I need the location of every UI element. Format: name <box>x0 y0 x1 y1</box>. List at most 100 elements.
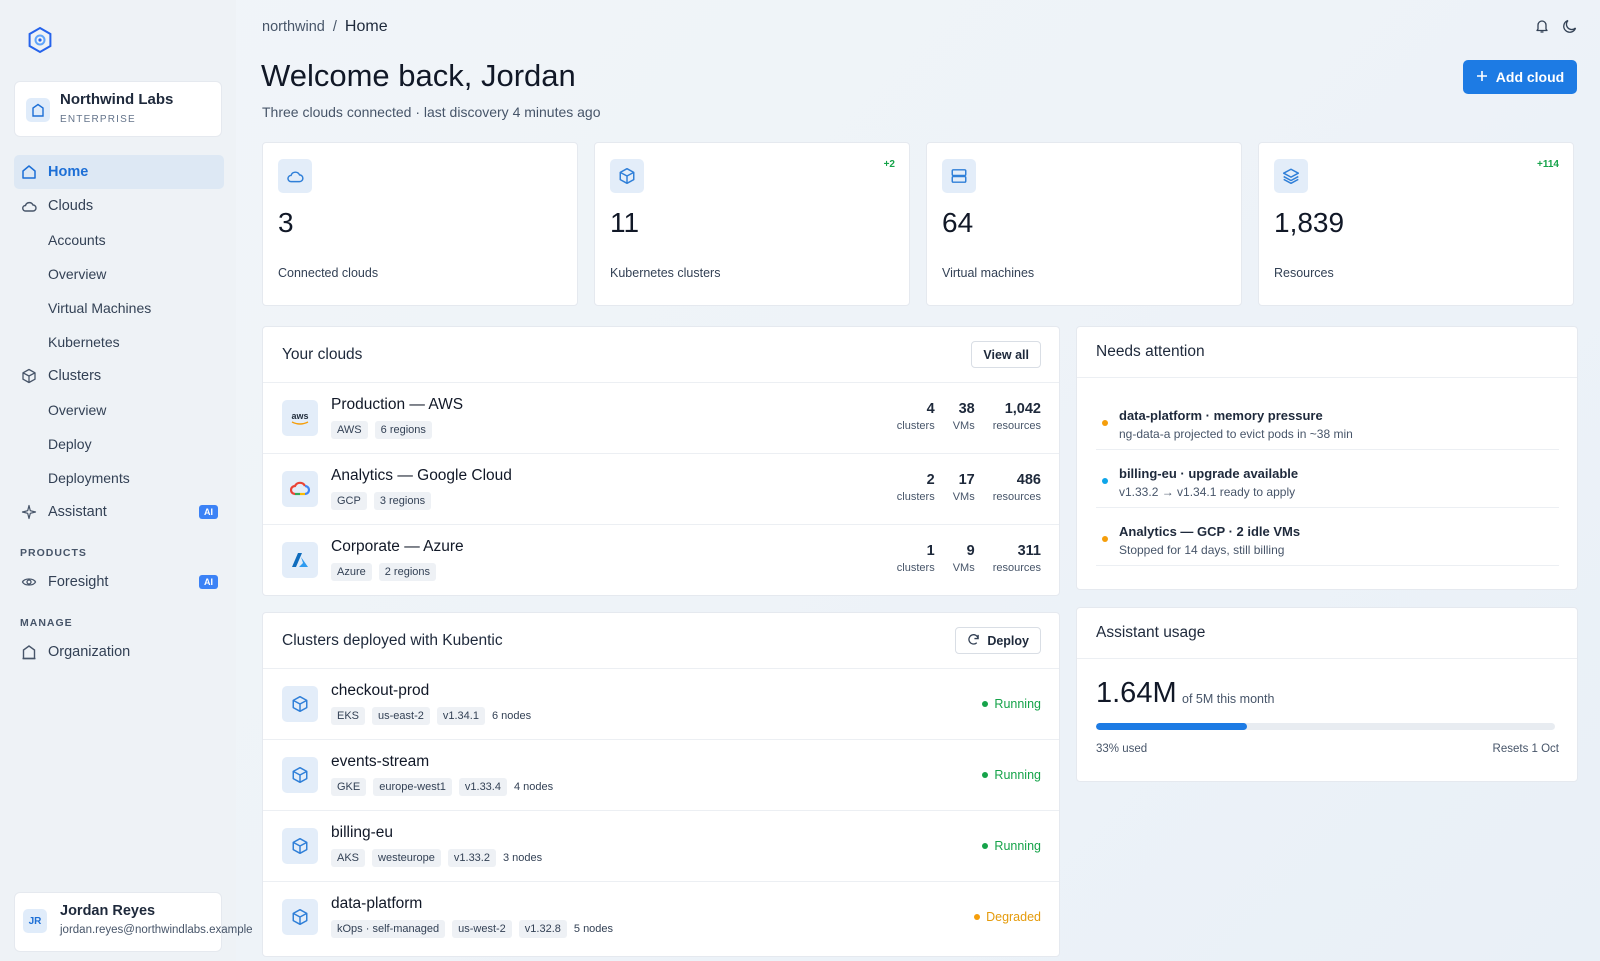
sidebar-item-clouds-overview[interactable]: Overview <box>14 257 224 291</box>
sparkle-icon <box>21 504 37 520</box>
stat-delta: +2 <box>883 159 895 170</box>
sidebar-item-clusters[interactable]: Clusters <box>14 359 224 393</box>
app-logo-icon[interactable] <box>26 26 54 54</box>
cloud-row[interactable]: Corporate — Azure Azure 2 regions 1 clust… <box>263 525 1059 595</box>
section-label-products: PRODUCTS <box>20 547 87 559</box>
vms-count: 38 <box>958 401 975 417</box>
breadcrumb: northwind / Home <box>262 18 388 36</box>
resources-label: resources <box>992 562 1041 574</box>
cluster-tags: EKS us-east-2 v1.34.1 6 nodes <box>331 707 531 725</box>
user-menu[interactable]: JR Jordan Reyes jordan.reyes@northwindla… <box>14 892 253 952</box>
status-badge: Degraded <box>974 910 1041 924</box>
cluster-row[interactable]: checkout-prod EKS us-east-2 v1.34.1 6 no… <box>263 669 1059 740</box>
stat-card-resources[interactable]: +114 1,839 Resources <box>1258 142 1574 306</box>
cluster-tags: GKE europe-west1 v1.33.4 4 nodes <box>331 778 553 796</box>
usage-value: 1.64M <box>1096 677 1177 709</box>
cluster-name: data-platform <box>331 895 423 912</box>
sidebar-item-label: Clouds <box>48 198 94 214</box>
attention-panel: Needs attention data-platform · memory p… <box>1076 326 1578 590</box>
attention-desc: ng-data-a projected to evict pods in ~38… <box>1119 427 1353 441</box>
building-icon <box>21 644 37 660</box>
sidebar-item-virtual-machines[interactable]: Virtual Machines <box>14 291 224 325</box>
breadcrumb-root[interactable]: northwind <box>262 19 325 35</box>
user-email: jordan.reyes@northwindlabs.example <box>60 924 253 936</box>
add-cloud-button[interactable]: Add cloud <box>1463 60 1577 94</box>
attention-item[interactable]: data-platform · memory pressure ng-data-… <box>1096 392 1559 450</box>
clusters-panel: Clusters deployed with Kubentic Deploy c… <box>262 612 1060 957</box>
cube-icon <box>282 757 318 793</box>
status-label: Degraded <box>986 910 1041 924</box>
sidebar-item-deploy[interactable]: Deploy <box>14 427 224 461</box>
page-title: Welcome back, Jordan <box>261 58 576 93</box>
regions-tag: 2 regions <box>378 563 437 581</box>
cluster-row[interactable]: billing-eu AKS westeurope v1.33.2 3 node… <box>263 811 1059 882</box>
cloud-name: Corporate — Azure <box>331 538 464 555</box>
sidebar-item-clouds[interactable]: Clouds <box>14 189 224 223</box>
resources-label: resources <box>992 420 1041 432</box>
cluster-name: events-stream <box>331 753 430 770</box>
panel-header: Your clouds View all <box>263 327 1059 383</box>
cloud-icon <box>21 198 37 214</box>
moon-icon[interactable] <box>1562 18 1578 34</box>
clusters-label: clusters <box>896 491 935 503</box>
status-dot <box>982 843 989 849</box>
deploy-button[interactable]: Deploy <box>955 627 1041 654</box>
sidebar-item-clusters-overview[interactable]: Overview <box>14 393 224 427</box>
stat-label: Kubernetes clusters <box>610 266 721 280</box>
attention-item[interactable]: billing-eu · upgrade available v1.33.2 →… <box>1096 450 1559 508</box>
attention-item[interactable]: Analytics — GCP · 2 idle VMs Stopped for… <box>1096 508 1559 566</box>
status-badge: Running <box>982 697 1041 711</box>
sidebar-item-assistant[interactable]: Assistant AI <box>14 495 224 529</box>
stat-card-vms[interactable]: 64 Virtual machines <box>926 142 1242 306</box>
cloud-name: Analytics — Google Cloud <box>331 467 512 484</box>
status-badge: Running <box>982 768 1041 782</box>
cloud-tags: GCP 3 regions <box>331 492 432 510</box>
cloud-tags: Azure 2 regions <box>331 563 437 581</box>
cluster-row[interactable]: events-stream GKE europe-west1 v1.33.4 4… <box>263 740 1059 811</box>
distribution-tag: kOps · self-managed <box>331 920 446 938</box>
cluster-tags: AKS westeurope v1.33.2 3 nodes <box>331 849 542 867</box>
gcp-logo-icon <box>282 471 318 507</box>
deploy-label: Deploy <box>987 633 1029 648</box>
distribution-tag: GKE <box>331 778 367 796</box>
status-dot <box>982 701 989 707</box>
usage-progress-fill <box>1096 723 1248 730</box>
stat-value: 11 <box>610 207 640 238</box>
nodes-count: 3 nodes <box>502 852 543 864</box>
cloud-row[interactable]: Analytics — Google Cloud GCP 3 regions 2… <box>263 454 1059 525</box>
panel-header: Needs attention <box>1077 327 1577 378</box>
stat-card-clusters[interactable]: +2 11 Kubernetes clusters <box>594 142 910 306</box>
cloud-icon <box>278 159 312 193</box>
regions-tag: 3 regions <box>373 492 432 510</box>
resources-count: 1,042 <box>1004 401 1041 417</box>
sidebar-item-home[interactable]: Home <box>14 155 224 189</box>
regions-tag: 6 regions <box>374 421 432 439</box>
stat-card-clouds[interactable]: 3 Connected clouds <box>262 142 578 306</box>
view-all-button[interactable]: View all <box>971 341 1041 368</box>
cube-icon <box>282 828 318 864</box>
cube-icon <box>282 686 318 722</box>
org-switcher[interactable]: Northwind Labs ENTERPRISE <box>14 81 222 137</box>
section-label-manage: MANAGE <box>20 617 73 629</box>
sidebar-item-deployments[interactable]: Deployments <box>14 461 224 495</box>
cluster-row[interactable]: data-platform kOps · self-managed us-wes… <box>263 882 1059 953</box>
azure-logo-icon <box>282 542 318 578</box>
sidebar-item-foresight[interactable]: Foresight AI <box>14 565 224 599</box>
add-cloud-label: Add cloud <box>1495 69 1565 85</box>
sidebar-item-organization[interactable]: Organization <box>14 635 224 669</box>
cloud-row[interactable]: aws Production — AWS AWS 6 regions 4 clus… <box>263 383 1059 454</box>
ai-badge: AI <box>199 505 218 519</box>
region-tag: westeurope <box>372 849 441 867</box>
attention-title: Analytics — GCP · 2 idle VMs <box>1119 524 1301 539</box>
sidebar-item-accounts[interactable]: Accounts <box>14 223 224 257</box>
sidebar-item-kubernetes[interactable]: Kubernetes <box>14 325 224 359</box>
status-label: Running <box>994 768 1041 782</box>
bell-icon[interactable] <box>1534 18 1550 34</box>
org-plan: ENTERPRISE <box>60 114 136 125</box>
panel-title: Clusters deployed with Kubentic <box>282 632 503 649</box>
stat-label: Resources <box>1274 266 1334 280</box>
sidebar: Northwind Labs ENTERPRISE Home Clouds Ac… <box>0 0 253 961</box>
status-dot <box>974 914 981 920</box>
severity-dot <box>1102 420 1108 426</box>
resources-count: 486 <box>1016 472 1041 488</box>
